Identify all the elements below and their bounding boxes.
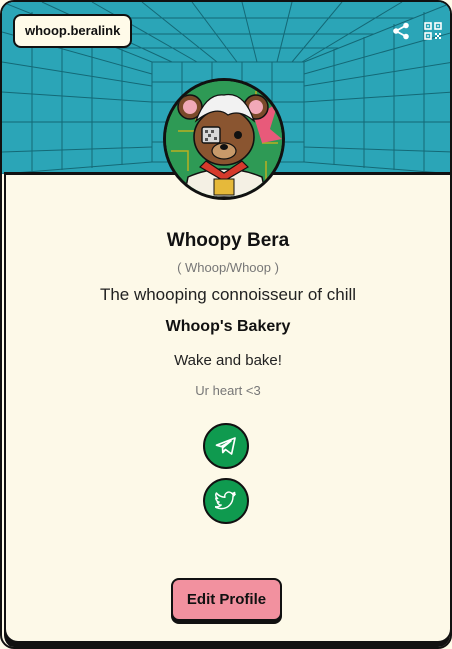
bear-avatar-illustration [166,81,282,197]
telegram-icon [215,437,236,455]
avatar [163,78,285,200]
tagline: The whooping connoisseur of chill [99,285,357,304]
business-name: Whoop's Bakery [165,318,291,335]
signoff: Ur heart <3 [195,383,261,398]
display-name: Whoopy Bera [166,230,290,251]
share-icon[interactable] [391,21,411,41]
twitter-icon [215,491,236,510]
motto: Wake and bake! [174,352,282,369]
username: ( Whoop/Whoop ) [177,260,279,275]
handle-badge[interactable]: whoop.beralink [13,14,133,48]
qr-code-icon[interactable] [423,21,443,41]
edit-profile-button[interactable]: Edit Profile [171,578,282,621]
twitter-link-button[interactable] [203,478,249,524]
profile-frame: whoop.beralink Whoopy Bera (Whoop/Whoop… [0,0,452,649]
telegram-link-button[interactable] [203,423,249,469]
